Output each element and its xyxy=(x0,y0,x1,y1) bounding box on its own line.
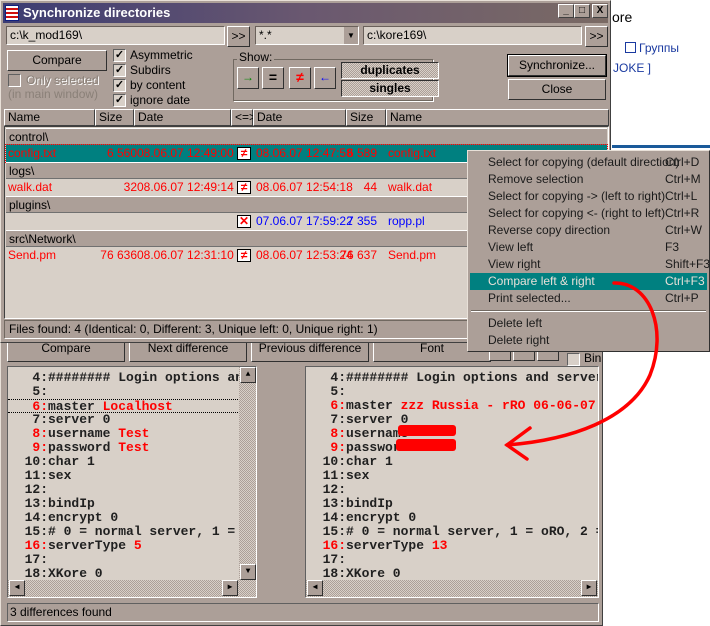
arrow-curve xyxy=(505,281,659,447)
scribble-redaction xyxy=(396,425,456,451)
annotation-arrow xyxy=(396,281,659,461)
